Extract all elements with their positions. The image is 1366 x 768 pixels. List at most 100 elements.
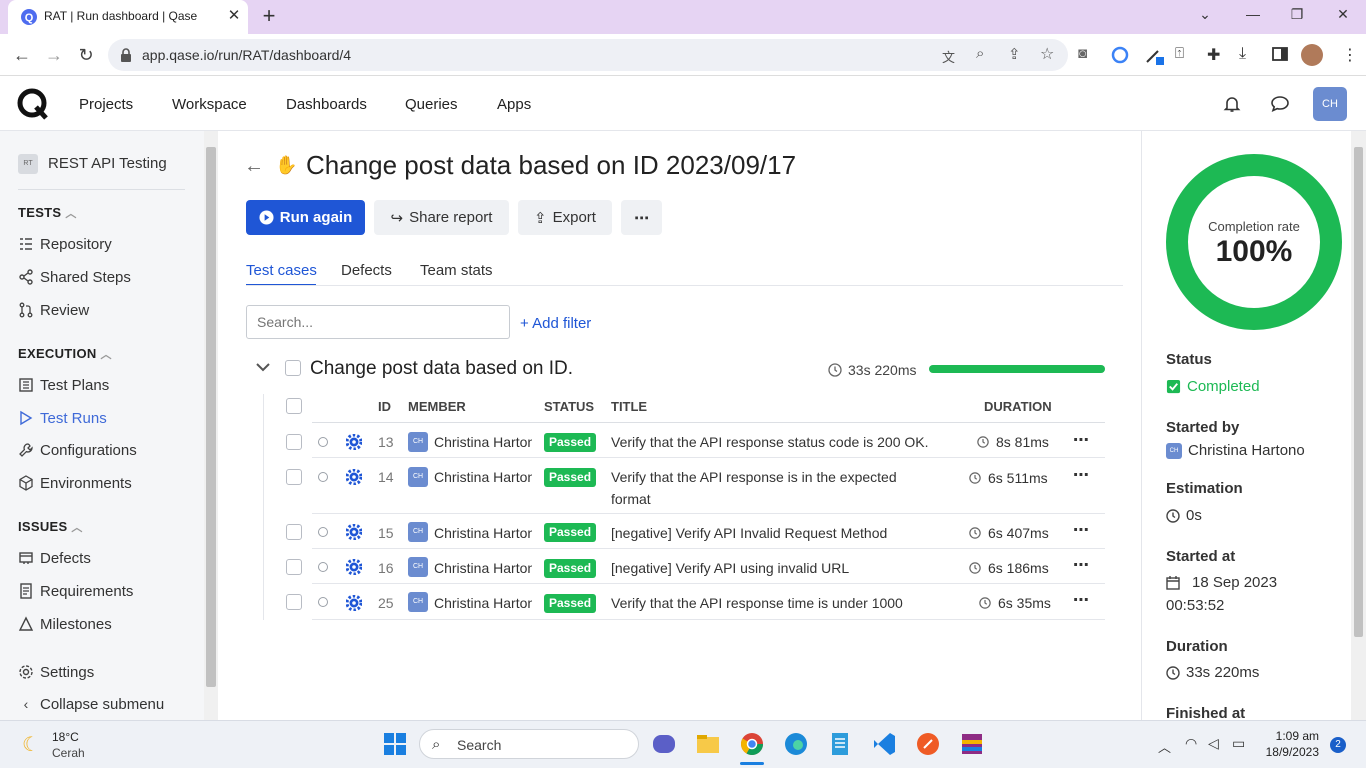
postman-icon[interactable] bbox=[914, 730, 942, 758]
sidebar-item-defects[interactable]: Defects bbox=[18, 547, 91, 569]
qase-logo-icon[interactable] bbox=[17, 88, 49, 120]
translate-icon[interactable]: ⽂ bbox=[942, 47, 955, 66]
extension-circle-icon[interactable] bbox=[1110, 45, 1130, 65]
sidebar-item-test-plans[interactable]: Test Plans bbox=[18, 374, 109, 396]
bookmark-star-icon[interactable]: ☆ bbox=[1040, 44, 1054, 64]
tab-search-icon[interactable]: ⌄ bbox=[1193, 6, 1217, 26]
sidebar-item-settings[interactable]: Settings bbox=[18, 661, 94, 683]
suite-checkbox[interactable] bbox=[285, 360, 301, 376]
back-arrow-icon[interactable]: ← bbox=[11, 44, 33, 66]
clock-date[interactable]: 18/9/2023 bbox=[1259, 745, 1319, 759]
back-arrow-icon[interactable]: ← bbox=[244, 155, 264, 178]
pen-extension-icon[interactable] bbox=[1144, 45, 1164, 65]
window-close-button[interactable]: ✕ bbox=[1331, 6, 1355, 26]
select-all-checkbox[interactable] bbox=[286, 398, 302, 414]
sidebar-item-milestones[interactable]: Milestones bbox=[18, 613, 112, 635]
row-more-icon[interactable]: ⋯ bbox=[1073, 555, 1089, 575]
browser-tab[interactable]: Q RAT | Run dashboard | Qase ✕ bbox=[8, 0, 248, 34]
vscode-icon[interactable] bbox=[870, 730, 898, 758]
close-tab-icon[interactable]: ✕ bbox=[226, 8, 242, 24]
row-title[interactable]: [negative] Verify API using invalid URL bbox=[611, 560, 849, 576]
browser-menu-icon[interactable]: ⋮ bbox=[1340, 45, 1360, 65]
tab-test-cases[interactable]: Test cases bbox=[246, 262, 317, 279]
puzzle-extensions-icon[interactable]: ✚ bbox=[1207, 45, 1227, 65]
battery-icon[interactable]: ▭ bbox=[1232, 735, 1245, 752]
sidebar-scrollbar[interactable] bbox=[204, 131, 218, 720]
row-checkbox[interactable] bbox=[286, 524, 302, 540]
profile-avatar[interactable] bbox=[1301, 44, 1323, 66]
forward-arrow-icon[interactable]: → bbox=[43, 44, 65, 66]
clock-time[interactable]: 1:09 am bbox=[1275, 729, 1319, 743]
sidebar-item-test-runs[interactable]: Test Runs bbox=[18, 407, 107, 429]
nav-queries[interactable]: Queries bbox=[405, 96, 458, 113]
tab-defects[interactable]: Defects bbox=[341, 262, 392, 279]
teams-chat-icon[interactable] bbox=[650, 730, 678, 758]
row-checkbox[interactable] bbox=[286, 594, 302, 610]
row-more-icon[interactable]: ⋯ bbox=[1073, 465, 1089, 485]
row-title[interactable]: Verify that the API response is in the e… bbox=[611, 469, 897, 485]
nav-workspace[interactable]: Workspace bbox=[172, 96, 247, 113]
chevron-up-icon: ︿ bbox=[65, 208, 77, 220]
volume-icon[interactable]: ◁ bbox=[1208, 735, 1219, 752]
windows-start-icon[interactable] bbox=[383, 732, 407, 756]
chevron-down-icon[interactable] bbox=[254, 358, 272, 376]
notification-badge[interactable]: 2 bbox=[1330, 737, 1346, 753]
side-panel-icon[interactable] bbox=[1271, 45, 1291, 65]
sidebar-item-review[interactable]: Review bbox=[18, 299, 89, 321]
row-more-icon[interactable]: ⋯ bbox=[1073, 430, 1089, 450]
row-more-icon[interactable]: ⋯ bbox=[1073, 590, 1089, 610]
sidebar-item-shared-steps[interactable]: Shared Steps bbox=[18, 266, 131, 288]
row-title[interactable]: [negative] Verify API Invalid Request Me… bbox=[611, 525, 887, 541]
weather-temp[interactable]: 18°C bbox=[52, 730, 79, 744]
issues-section-header[interactable]: ISSUES ︿ bbox=[18, 519, 83, 537]
notepad-icon[interactable] bbox=[826, 730, 854, 758]
share-report-button[interactable]: ↪ Share report bbox=[374, 200, 509, 235]
address-bar[interactable]: app.qase.io/run/RAT/dashboard/4 ⽂ ⌕ ⇪ ☆ bbox=[108, 39, 1068, 71]
sidebar-item-configurations[interactable]: Configurations bbox=[18, 439, 137, 461]
sidebar-item-requirements[interactable]: Requirements bbox=[18, 580, 133, 602]
wifi-icon[interactable]: ◠ bbox=[1185, 735, 1197, 752]
tab-team-stats[interactable]: Team stats bbox=[420, 262, 493, 279]
share-icon[interactable]: ⇪ bbox=[1008, 45, 1021, 63]
bell-icon[interactable] bbox=[1223, 95, 1241, 113]
download-icon[interactable]: ⤓ bbox=[1239, 45, 1259, 65]
tests-section-header[interactable]: TESTS ︿ bbox=[18, 205, 77, 223]
restore-button[interactable]: ❐ bbox=[1285, 6, 1309, 26]
scrollbar-thumb[interactable] bbox=[206, 147, 216, 687]
row-title[interactable]: Verify that the API response time is und… bbox=[611, 595, 903, 611]
nav-apps[interactable]: Apps bbox=[497, 96, 531, 113]
nav-projects[interactable]: Projects bbox=[79, 96, 133, 113]
add-filter-button[interactable]: + Add filter bbox=[520, 315, 591, 332]
chat-bubble-icon[interactable] bbox=[1270, 95, 1290, 113]
chrome-icon[interactable] bbox=[738, 730, 766, 758]
more-actions-button[interactable]: ⋯ bbox=[621, 200, 662, 235]
winrar-icon[interactable] bbox=[958, 730, 986, 758]
camera-icon[interactable]: ◙ bbox=[1078, 45, 1098, 65]
reload-icon[interactable]: ↻ bbox=[75, 44, 97, 66]
export-button[interactable]: ⇪ Export bbox=[518, 200, 612, 235]
file-explorer-icon[interactable] bbox=[694, 730, 722, 758]
page-scrollbar[interactable] bbox=[1351, 131, 1366, 720]
nav-dashboards[interactable]: Dashboards bbox=[286, 96, 367, 113]
collapse-submenu-button[interactable]: ‹ Collapse submenu bbox=[18, 693, 165, 715]
taskbar-search[interactable]: ⌕ Search bbox=[419, 729, 639, 759]
execution-section-header[interactable]: EXECUTION ︿ bbox=[18, 346, 112, 364]
row-more-icon[interactable]: ⋯ bbox=[1073, 520, 1089, 540]
tray-chevron-up-icon[interactable]: ︿ bbox=[1158, 737, 1171, 756]
row-checkbox[interactable] bbox=[286, 434, 302, 450]
user-avatar[interactable]: CH bbox=[1313, 87, 1347, 121]
row-checkbox[interactable] bbox=[286, 559, 302, 575]
run-again-button[interactable]: Run again bbox=[246, 200, 365, 235]
search-input[interactable] bbox=[246, 305, 510, 339]
row-title[interactable]: Verify that the API response status code… bbox=[611, 434, 929, 450]
sidebar-item-environments[interactable]: Environments bbox=[18, 472, 132, 494]
row-checkbox[interactable] bbox=[286, 469, 302, 485]
new-tab-button[interactable]: + bbox=[258, 5, 280, 28]
project-name[interactable]: REST API Testing bbox=[48, 155, 167, 172]
zoom-icon[interactable]: ⌕ bbox=[976, 45, 984, 62]
minimize-button[interactable]: — bbox=[1241, 6, 1265, 26]
save-extension-icon[interactable]: ⍐ bbox=[1175, 45, 1195, 65]
sidebar-item-repository[interactable]: Repository bbox=[18, 233, 112, 255]
edge-icon[interactable] bbox=[782, 730, 810, 758]
scrollbar-thumb[interactable] bbox=[1354, 147, 1363, 637]
